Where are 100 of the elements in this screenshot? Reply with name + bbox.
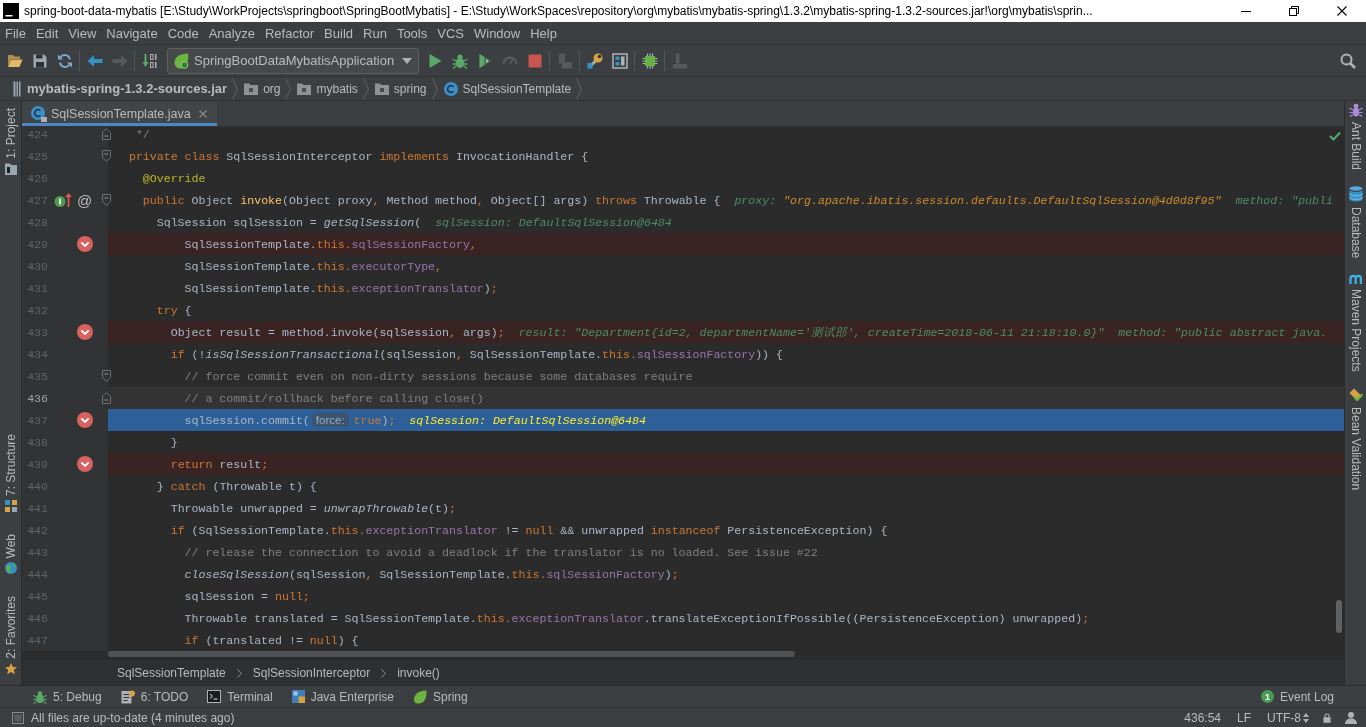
code-text: SqlSessionTemplate.this.executorType,: [184, 259, 443, 273]
breadcrumb-item[interactable]: SqlSessionTemplate: [117, 666, 226, 680]
fold-marker-icon[interactable]: [102, 194, 111, 206]
sync-icon[interactable]: [56, 52, 73, 69]
updown-arrows-icon: [1303, 712, 1309, 723]
leaf-icon: [413, 689, 427, 704]
circle-up-arrow-icon[interactable]: [54, 192, 72, 208]
encoding-selector[interactable]: UTF-8: [1267, 710, 1309, 725]
code-text: try {: [156, 303, 192, 317]
tool-window-button[interactable]: Web: [3, 533, 18, 575]
menu-item[interactable]: VCS: [432, 25, 469, 41]
gutter-mark[interactable]: @: [76, 192, 93, 208]
tool-window-button[interactable]: Ant Build: [1348, 103, 1363, 171]
bug-icon: [33, 689, 47, 704]
minimize-icon[interactable]: [1241, 10, 1251, 12]
tool-window-button[interactable]: 1 Event Log: [1256, 686, 1338, 707]
breadcrumb-item[interactable]: SqlSessionInterceptor: [252, 666, 371, 680]
code-text: // a commit/rollback before calling close(): [184, 391, 484, 405]
person-icon[interactable]: [1345, 711, 1357, 724]
close-icon[interactable]: [1337, 6, 1347, 16]
run-configuration-dropdown[interactable]: SpringBootDataMybatisApplication: [167, 47, 419, 74]
vertical-scrollbar-thumb[interactable]: [1336, 600, 1342, 633]
code-text: if (translated != null) {: [184, 633, 359, 647]
save-icon[interactable]: [31, 52, 48, 69]
menu-item[interactable]: Code: [162, 25, 204, 41]
fold-marker-icon[interactable]: [102, 150, 111, 162]
tool-window-button[interactable]: Terminal: [203, 686, 277, 707]
globe-icon: [4, 562, 17, 575]
database-icon: [1348, 186, 1363, 203]
tool-window-button[interactable]: 6: TODO: [116, 686, 193, 707]
tool-window-button[interactable]: 1: Project: [3, 108, 18, 175]
breadcrumb-item[interactable]: mybatis-spring-1.3.2-sources.jar: [13, 78, 228, 99]
back-arrow-icon[interactable]: [86, 52, 103, 69]
tool-window-button[interactable]: Spring: [409, 686, 472, 707]
breadcrumb-item[interactable]: org: [244, 78, 281, 99]
check-icon: [1329, 131, 1341, 141]
menu-item[interactable]: Edit: [30, 25, 64, 41]
status-message: All files are up-to-date (4 minutes ago): [31, 710, 235, 725]
code-text: Object result = method.invoke(sqlSession, args);: [170, 325, 505, 339]
breakpoint-icon[interactable]: [76, 324, 93, 340]
debug-inline-value: sqlSession: DefaultSqlSession@6484: [435, 215, 672, 229]
breakpoint-icon[interactable]: [76, 456, 93, 472]
tool-window-button[interactable]: 2: Favorites: [3, 596, 18, 675]
breakpoint-icon[interactable]: [76, 412, 93, 428]
stop-icon[interactable]: [526, 52, 543, 69]
debug-inline-value: proxy: "org.apache.ibatis.session.defaults.DefaultSqlSession@4d0d8f95": [734, 193, 1222, 207]
enterprise-icon: [291, 690, 305, 703]
tool-window-button[interactable]: Bean Validation: [1348, 388, 1363, 491]
code-text: Throwable unwrapped = unwrapThrowable(t);: [170, 501, 456, 515]
fold-marker-icon[interactable]: [102, 128, 111, 140]
tool-window-button[interactable]: Database: [1348, 186, 1363, 259]
code-text: SqlSession sqlSession = getSqlSession(: [156, 215, 422, 229]
menu-item[interactable]: Build: [319, 25, 358, 41]
menu-item[interactable]: Navigate: [101, 25, 163, 41]
menu-item[interactable]: File: [0, 25, 31, 41]
parameter-hint: force:: [311, 413, 349, 427]
lock-icon[interactable]: [1323, 712, 1331, 723]
menu-item[interactable]: Help: [525, 25, 562, 41]
tool-window-button[interactable]: 7: Structure: [3, 433, 18, 512]
class-icon: [443, 81, 458, 96]
tool-window-button[interactable]: Java Enterprise: [287, 686, 398, 707]
down-arrow-icon[interactable]: [141, 52, 158, 69]
panel-toggle-icon[interactable]: [12, 711, 24, 724]
tool-window-button[interactable]: Maven Projects: [1348, 274, 1363, 373]
code-text: sqlSession.commit(: [184, 413, 310, 427]
key-icon[interactable]: [586, 52, 603, 69]
chevron-icon: [236, 668, 242, 678]
search-icon[interactable]: [1340, 52, 1356, 69]
folder-icon: [374, 82, 389, 95]
line-number: 436: [26, 391, 48, 405]
code-text: sqlSession = null;: [184, 589, 310, 603]
code-text: if (SqlSessionTemplate.this.exceptionTranslator != null && unwrapped instanceof PersistenceException) {: [170, 523, 888, 537]
fold-marker-icon[interactable]: [102, 370, 111, 382]
menu-item[interactable]: Refactor: [259, 25, 320, 41]
breadcrumb-item[interactable]: SqlSessionTemplate: [443, 78, 572, 99]
line-separator[interactable]: LF: [1237, 710, 1251, 725]
debug-inline-value: method: "publi: [1235, 193, 1333, 207]
caret-position[interactable]: 436:54: [1184, 710, 1221, 725]
restore-icon[interactable]: [1289, 6, 1299, 16]
open-folder-icon[interactable]: [6, 52, 23, 69]
editor-tab[interactable]: SqlSessionTemplate.java: [22, 101, 217, 126]
breadcrumb-item[interactable]: spring: [374, 78, 427, 99]
tool-window-button[interactable]: 5: Debug: [29, 686, 106, 707]
class-icon: [31, 105, 47, 122]
code-text: return result;: [170, 457, 269, 471]
grid-icon[interactable]: [611, 52, 628, 69]
bug-icon[interactable]: [451, 52, 468, 69]
breakpoint-icon[interactable]: [76, 236, 93, 252]
menu-item[interactable]: Window: [468, 25, 526, 41]
code-text: @Override: [142, 171, 206, 185]
chip-icon[interactable]: [641, 52, 658, 69]
menu-item[interactable]: Tools: [391, 25, 433, 41]
menu-item[interactable]: Run: [358, 25, 392, 41]
breadcrumb-item[interactable]: invoke(): [397, 666, 440, 680]
menu-item[interactable]: View: [63, 25, 102, 41]
folder-icon: [4, 162, 17, 175]
menu-item[interactable]: Analyze: [203, 25, 260, 41]
horizontal-scrollbar-thumb[interactable]: [108, 651, 795, 657]
breadcrumb-item[interactable]: mybatis: [297, 78, 358, 99]
fold-marker-icon[interactable]: [102, 392, 111, 404]
